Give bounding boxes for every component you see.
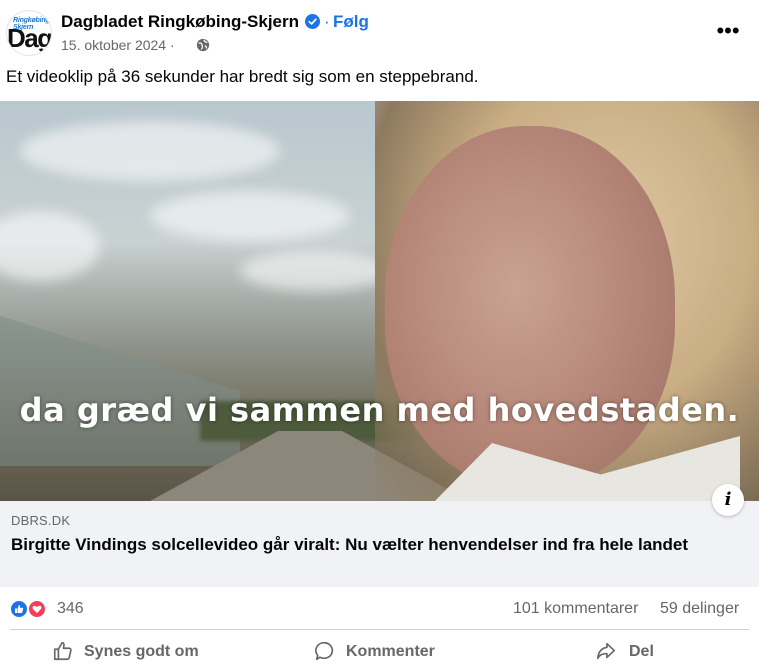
speech-bubble-icon (315, 641, 334, 661)
post-header: Ringkøbing Skjern Dag Dagbladet Ringkøbi… (0, 0, 759, 62)
post-actions: Synes godt om Kommenter Del (0, 632, 759, 669)
share-label: Del (629, 643, 654, 660)
heart-reaction-icon[interactable] (27, 599, 47, 619)
link-preview[interactable]: DBRS.DK Birgitte Vindings solcellevideo … (0, 501, 759, 587)
thumbs-up-icon (53, 641, 72, 661)
post-caption: Et videoklip på 36 sekunder har bredt si… (6, 67, 479, 86)
separator-dot: · (324, 12, 330, 31)
reactions-count[interactable]: 346 (57, 600, 84, 618)
like-button[interactable]: Synes godt om (50, 632, 220, 669)
cloud-shape (0, 211, 100, 281)
cloud-shape (20, 121, 280, 181)
share-button[interactable]: Del (595, 632, 675, 669)
divider (10, 629, 749, 630)
cloud-shape (240, 251, 390, 291)
globe-icon (196, 38, 210, 52)
thumbs-up-reaction-icon[interactable] (9, 599, 29, 619)
link-domain: DBRS.DK (11, 513, 71, 528)
verified-badge-icon (305, 14, 320, 29)
more-options-icon[interactable]: ••• (713, 18, 743, 44)
cloud-shape (150, 191, 350, 241)
person-face (385, 126, 675, 486)
avatar-big-text: Dag (7, 23, 52, 53)
video-subtitle: da græd vi sammen med hovedstaden. (19, 391, 740, 429)
like-label: Synes godt om (84, 643, 199, 660)
info-icon[interactable]: i (712, 484, 744, 516)
share-arrow-icon (596, 642, 616, 660)
page-name-link[interactable]: Dagbladet Ringkøbing-Skjern (61, 12, 299, 32)
follow-button[interactable]: Følg (333, 12, 369, 32)
link-title[interactable]: Birgitte Vindings solcellevideo går vira… (11, 534, 741, 556)
post-date[interactable]: 15. oktober 2024 · (61, 37, 175, 53)
comment-label: Kommenter (346, 643, 435, 660)
page-avatar[interactable]: Ringkøbing Skjern Dag (6, 10, 52, 56)
post-stats: 346 101 kommentarer 59 delinger (0, 590, 759, 630)
video-thumbnail[interactable]: da græd vi sammen med hovedstaden. (0, 101, 759, 501)
comments-count[interactable]: 101 kommentarer (513, 600, 638, 618)
shares-count[interactable]: 59 delinger (660, 600, 739, 618)
comment-button[interactable]: Kommenter (312, 632, 462, 669)
